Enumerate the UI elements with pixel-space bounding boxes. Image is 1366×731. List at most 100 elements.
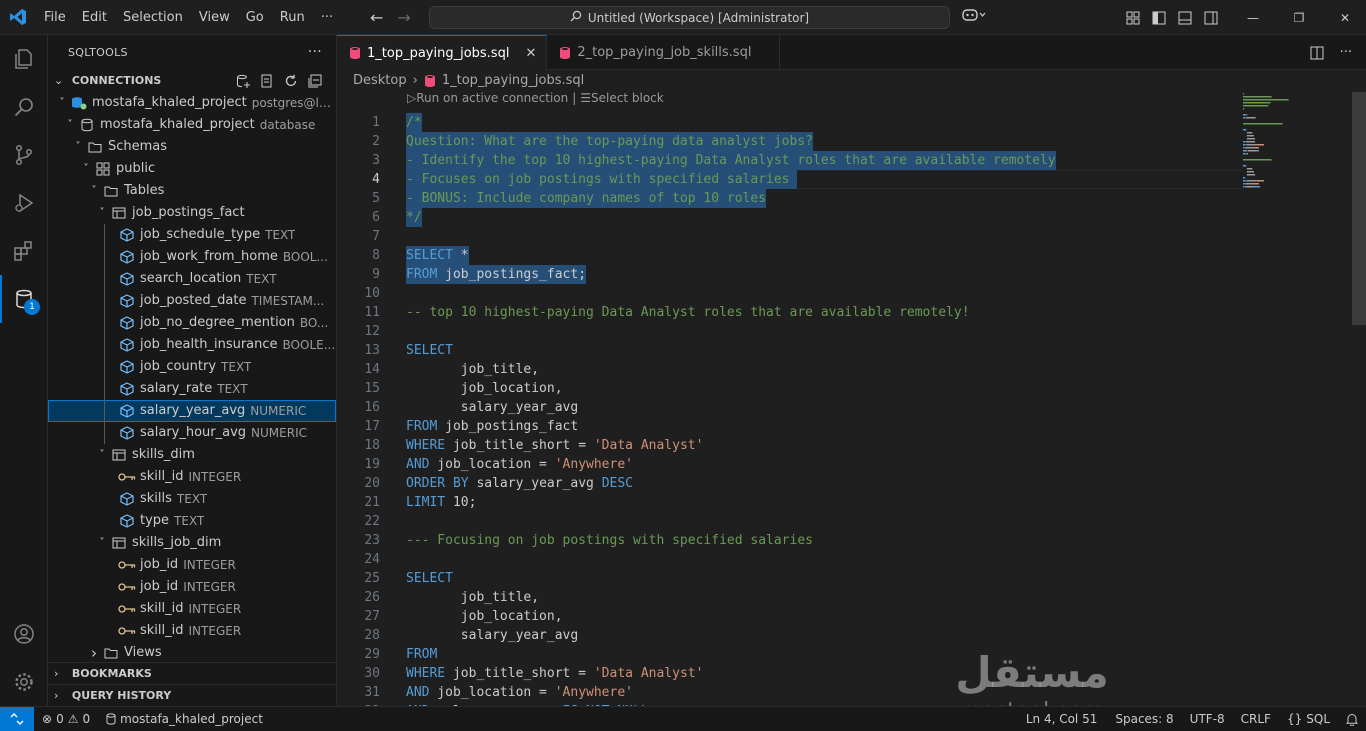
tree-item[interactable]: ˅ mostafa_khaled_project database xyxy=(48,114,336,136)
breadcrumb-file[interactable]: 1_top_paying_jobs.sql xyxy=(442,70,584,92)
problems-indicator[interactable]: ⊗ 0 ⚠ 0 xyxy=(34,712,98,726)
toggle-primary-sidebar-icon[interactable] xyxy=(1152,11,1166,25)
tree-item[interactable]: › Views xyxy=(48,642,336,664)
restore-button[interactable]: ❐ xyxy=(1276,0,1322,35)
tree-item[interactable]: job_health_insurance BOOLE... xyxy=(48,334,336,356)
tree-item[interactable]: ˅ Tables xyxy=(48,180,336,202)
source-control-icon[interactable] xyxy=(0,131,48,179)
forward-arrow-icon[interactable]: → xyxy=(397,8,410,27)
explorer-icon[interactable] xyxy=(0,35,48,83)
connections-toolbar xyxy=(236,70,322,92)
chevron-down-icon[interactable]: ˅ xyxy=(94,444,110,466)
refresh-icon[interactable] xyxy=(284,74,298,88)
tree-item[interactable]: job_posted_date TIMESTAM... xyxy=(48,290,336,312)
copilot-icon[interactable] xyxy=(962,8,986,26)
tab-1-top-paying-jobs[interactable]: 1_top_paying_jobs.sql ✕ xyxy=(337,35,548,70)
menu-item[interactable]: Run xyxy=(272,0,313,35)
tree-item[interactable]: ˅ job_postings_fact xyxy=(48,202,336,224)
scrollbar-thumb[interactable] xyxy=(1352,92,1366,325)
run-on-active-connection-link[interactable]: ▷Run on active connection xyxy=(407,91,568,105)
back-arrow-icon[interactable]: ← xyxy=(370,8,383,27)
search-icon[interactable] xyxy=(0,83,48,131)
chevron-down-icon[interactable]: ˅ xyxy=(54,92,70,114)
tree-item[interactable]: job_schedule_type TEXT xyxy=(48,224,336,246)
close-tab-icon[interactable]: ✕ xyxy=(525,46,536,61)
tree-item[interactable]: ˅ skills_job_dim xyxy=(48,532,336,554)
toggle-secondary-sidebar-icon[interactable] xyxy=(1204,11,1218,25)
tree-item[interactable]: search_location TEXT xyxy=(48,268,336,290)
collapse-all-icon[interactable] xyxy=(308,74,322,88)
tree-item[interactable]: salary_year_avg NUMERIC xyxy=(48,400,336,422)
tree-item[interactable]: type TEXT xyxy=(48,510,336,532)
tree-item[interactable]: salary_rate TEXT xyxy=(48,378,336,400)
minimap-token xyxy=(1254,186,1261,188)
chevron-down-icon[interactable]: ˅ xyxy=(94,532,110,554)
close-window-button[interactable]: ✕ xyxy=(1322,0,1366,35)
minimap-token xyxy=(1253,183,1259,185)
sqltools-icon[interactable]: 1 xyxy=(0,275,48,323)
split-editor-icon[interactable] xyxy=(1310,46,1324,60)
menu-item[interactable]: View xyxy=(191,0,238,35)
bookmarks-section-header[interactable]: › BOOKMARKS xyxy=(48,662,336,684)
notifications-bell-icon[interactable] xyxy=(1338,713,1366,726)
new-sql-file-icon[interactable] xyxy=(260,74,274,88)
chevron-down-icon[interactable]: ˅ xyxy=(62,114,78,136)
remote-indicator-icon[interactable] xyxy=(0,707,34,731)
tree-item[interactable]: ˅ Schemas xyxy=(48,136,336,158)
tree-item[interactable]: skill_id INTEGER xyxy=(48,466,336,488)
chevron-down-icon[interactable]: ˅ xyxy=(86,180,102,202)
indentation-status[interactable]: Spaces: 8 xyxy=(1105,712,1181,726)
connections-section-header[interactable]: ⌄ CONNECTIONS xyxy=(48,70,336,92)
cursor-position[interactable]: Ln 4, Col 51 xyxy=(1018,712,1106,726)
language-mode-status[interactable]: {} SQL xyxy=(1279,712,1338,726)
tree-item[interactable]: job_id INTEGER xyxy=(48,554,336,576)
menu-item[interactable]: Go xyxy=(238,0,272,35)
chevron-right-icon[interactable]: › xyxy=(86,642,102,664)
codelens: ▷Run on active connection | ☰Select bloc… xyxy=(407,91,664,105)
minimize-button[interactable]: — xyxy=(1230,0,1276,35)
tab-2-top-paying-job-skills[interactable]: 2_top_paying_job_skills.sql xyxy=(547,35,781,70)
select-block-link[interactable]: ☰Select block xyxy=(580,91,663,105)
minimap[interactable] xyxy=(1242,92,1352,192)
breadcrumb-desktop[interactable]: Desktop xyxy=(353,70,407,92)
tree-item[interactable]: ˅ skills_dim xyxy=(48,444,336,466)
tree-item[interactable]: skill_id INTEGER xyxy=(48,598,336,620)
code-text: - Focuses on job postings with specified… xyxy=(406,170,798,189)
menu-item[interactable]: Selection xyxy=(115,0,191,35)
minimap-token xyxy=(1256,180,1264,182)
tree-item[interactable]: skills TEXT xyxy=(48,488,336,510)
tree-item[interactable]: job_country TEXT xyxy=(48,356,336,378)
more-actions-icon[interactable]: ··· xyxy=(308,35,322,70)
code-token: 'Data Analyst' xyxy=(593,666,704,681)
menu-item[interactable]: Edit xyxy=(74,0,115,35)
tree-item[interactable]: ˅ mostafa_khaled_project postgres@lo... xyxy=(48,92,337,114)
menu-item[interactable]: ··· xyxy=(313,0,341,35)
add-connection-icon[interactable] xyxy=(236,74,250,88)
menu-item[interactable]: File xyxy=(36,0,74,35)
minimap-token xyxy=(1243,117,1246,119)
tree-item[interactable]: job_work_from_home BOOL... xyxy=(48,246,336,268)
accounts-icon[interactable] xyxy=(0,610,48,658)
more-actions-icon[interactable]: ··· xyxy=(1340,45,1352,60)
tree-item[interactable]: salary_hour_avg NUMERIC xyxy=(48,422,336,444)
eol-status[interactable]: CRLF xyxy=(1233,712,1279,726)
code-editor[interactable]: 1 /* 2 Question: What are the top-paying da… xyxy=(337,108,1352,706)
command-center-search[interactable]: Untitled (Workspace) [Administrator] xyxy=(429,6,950,29)
query-history-section-header[interactable]: › QUERY HISTORY xyxy=(48,684,336,706)
editor-scrollbar[interactable] xyxy=(1352,92,1366,706)
extensions-icon[interactable] xyxy=(0,227,48,275)
toggle-panel-icon[interactable] xyxy=(1178,11,1192,25)
tree-item[interactable]: job_id INTEGER xyxy=(48,576,336,598)
tree-item[interactable]: job_no_degree_mention BO... xyxy=(48,312,336,334)
chevron-down-icon[interactable]: ˅ xyxy=(94,202,110,224)
manage-gear-icon[interactable] xyxy=(0,658,48,706)
customize-layout-icon[interactable] xyxy=(1126,11,1140,25)
tree-item[interactable]: ˅ public xyxy=(48,158,336,180)
encoding-status[interactable]: UTF-8 xyxy=(1182,712,1233,726)
active-connection-status[interactable]: mostafa_khaled_project xyxy=(98,712,271,726)
chevron-down-icon[interactable]: ˅ xyxy=(78,158,94,180)
language-label: SQL xyxy=(1306,712,1330,726)
run-debug-icon[interactable] xyxy=(0,179,48,227)
chevron-down-icon[interactable]: ˅ xyxy=(70,136,86,158)
tree-item[interactable]: skill_id INTEGER xyxy=(48,620,336,642)
